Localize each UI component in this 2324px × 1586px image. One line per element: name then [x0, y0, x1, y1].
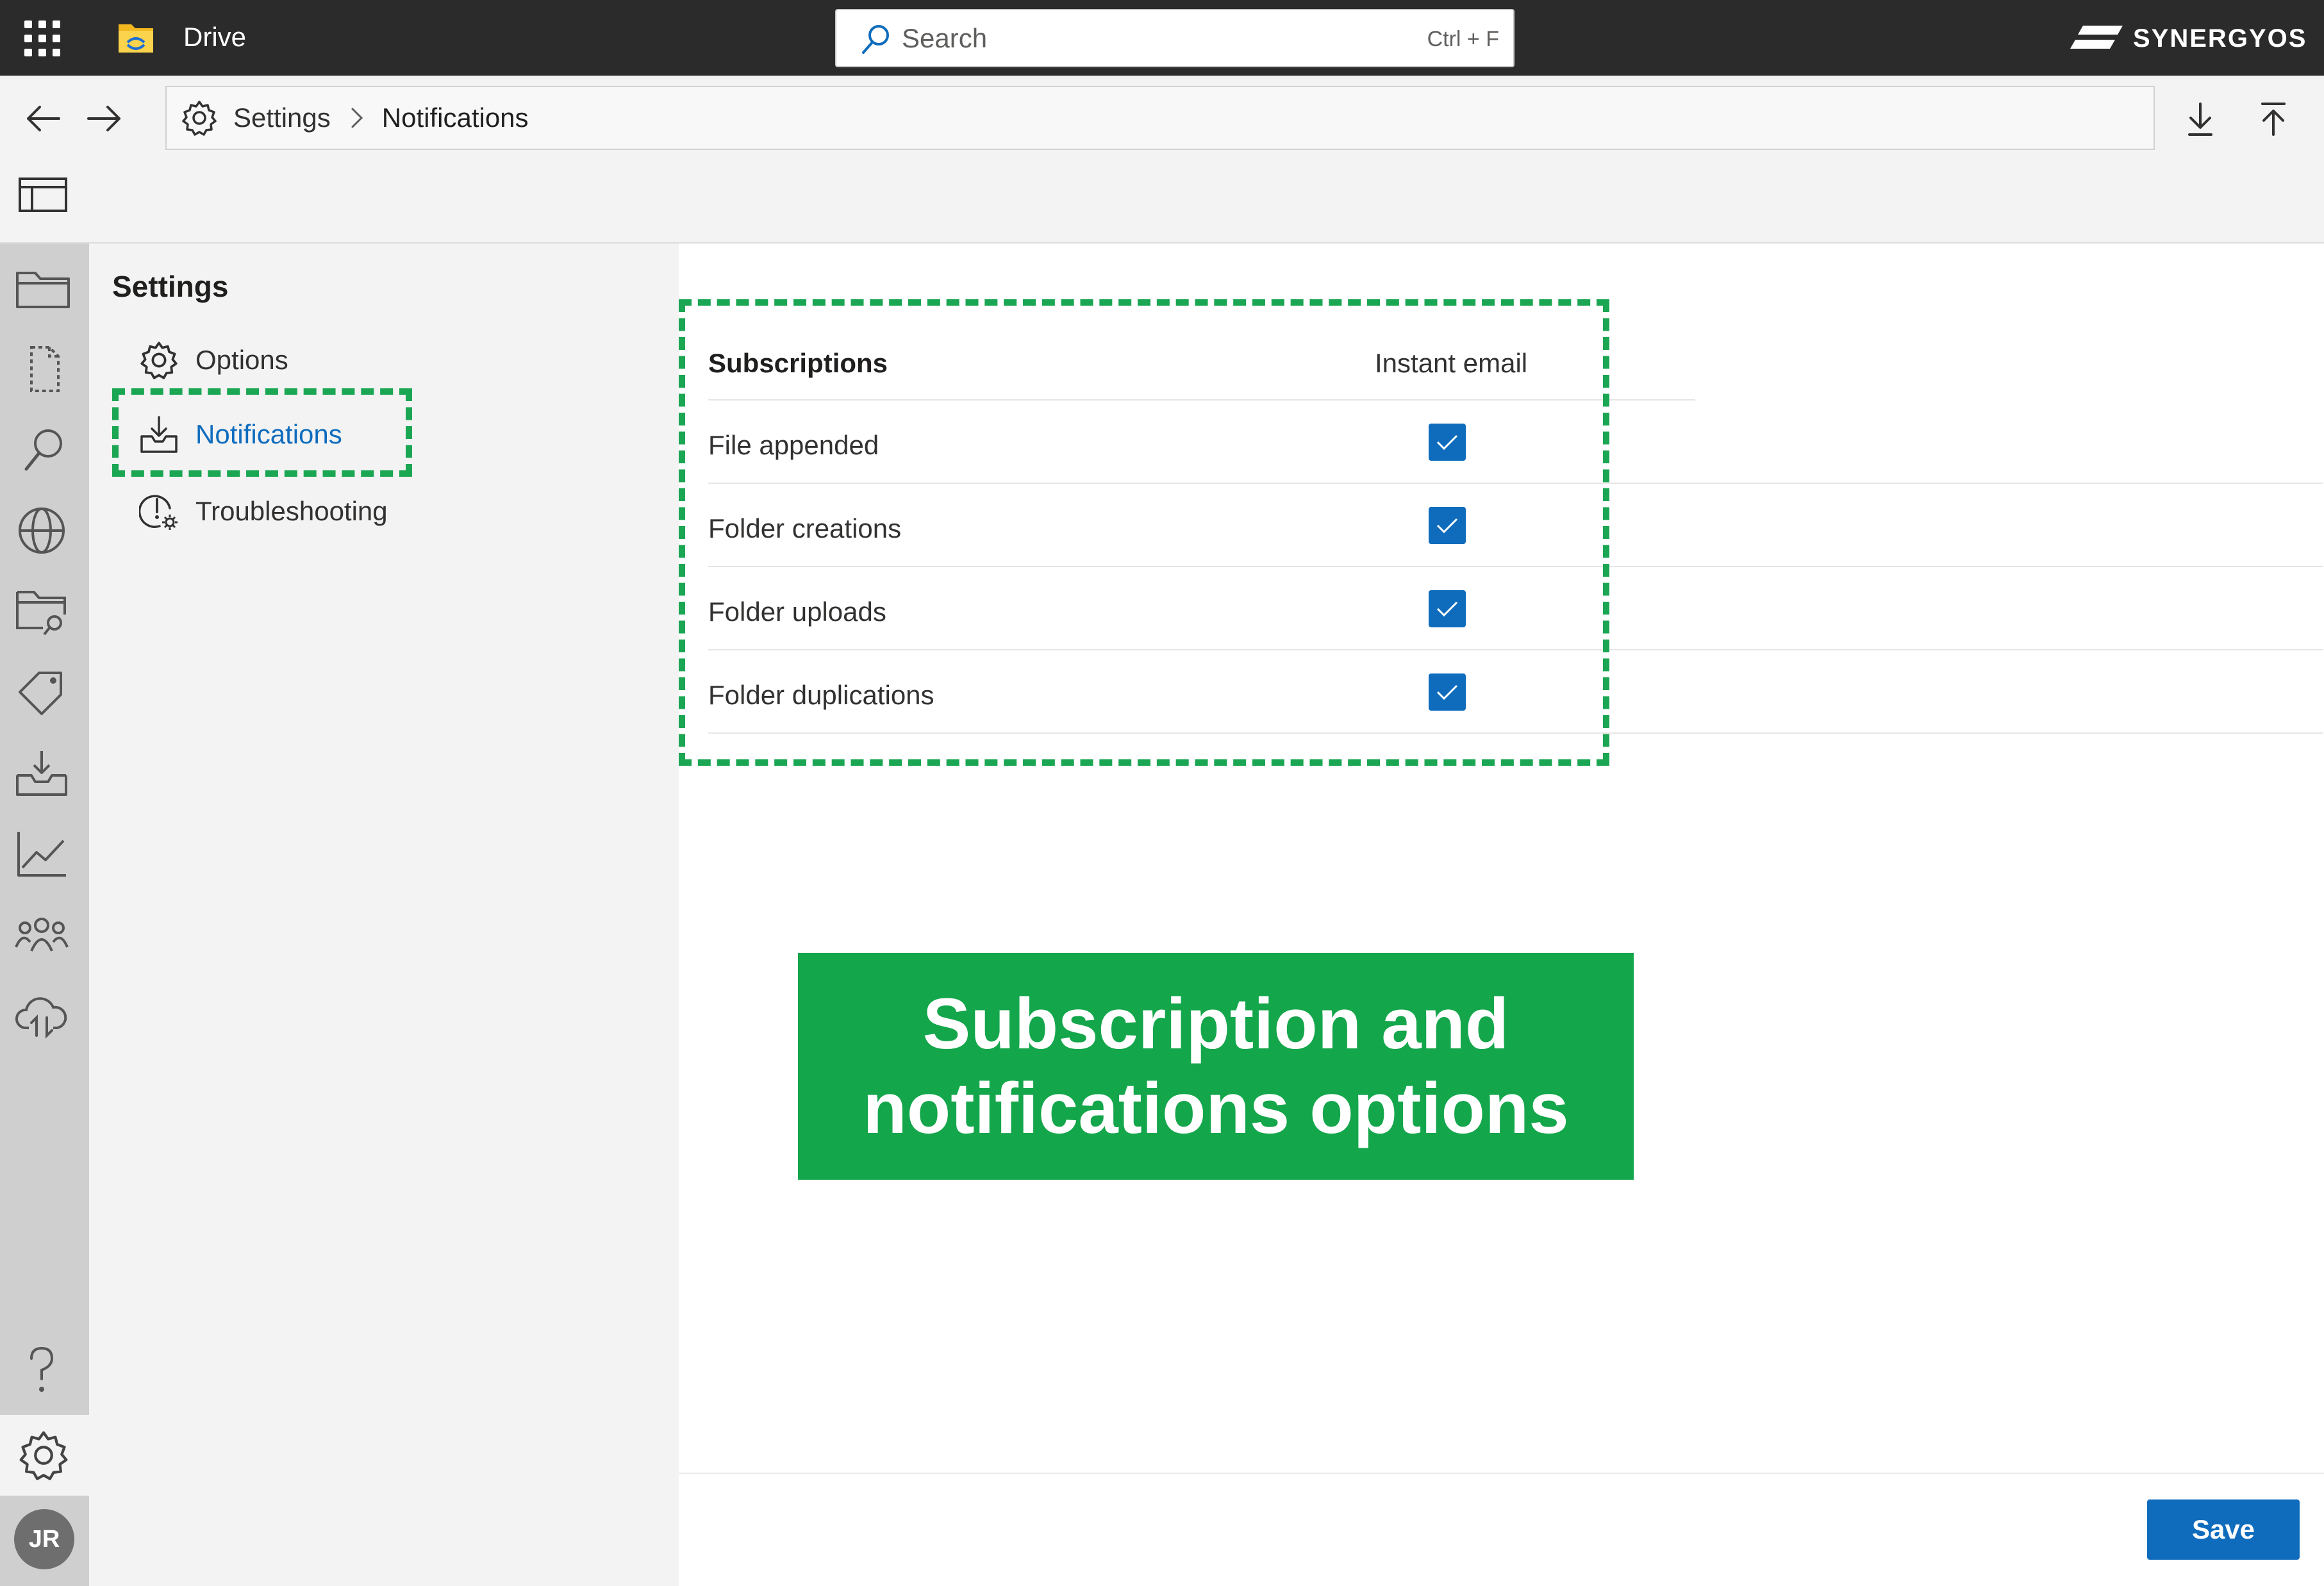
app-launcher-icon[interactable]	[24, 21, 60, 56]
chart-icon[interactable]	[13, 828, 75, 879]
settings-nav-troubleshooting[interactable]: Troubleshooting	[139, 486, 388, 537]
inbox-icon[interactable]	[13, 747, 75, 798]
back-arrow-icon[interactable]	[24, 103, 63, 135]
gear-icon	[139, 340, 179, 380]
upload-icon[interactable]	[2257, 101, 2289, 137]
top-bar: Drive Ctrl + F SYNERGYOS	[0, 0, 2324, 76]
help-icon[interactable]	[13, 1346, 75, 1397]
breadcrumb-settings-link[interactable]: Settings	[233, 103, 331, 133]
settings-nav-options-label: Options	[195, 345, 288, 375]
app-title: Drive	[183, 22, 247, 52]
chevron-right-icon	[350, 107, 364, 129]
folder-icon[interactable]	[13, 264, 75, 315]
synergyos-logo-icon	[2070, 26, 2123, 49]
document-icon[interactable]	[13, 343, 75, 395]
gear-icon	[15, 1429, 72, 1482]
search-icon	[861, 23, 892, 55]
navigation-bar: Settings Notifications	[0, 76, 2324, 244]
brand-logo: SYNERGYOS	[2070, 19, 2307, 58]
search-input[interactable]	[902, 19, 1350, 58]
annotation-line-1: Subscription and	[922, 984, 1509, 1064]
drive-logo-icon	[117, 19, 154, 55]
brand-name: SYNERGYOS	[2133, 24, 2307, 53]
people-icon[interactable]	[13, 909, 75, 960]
settings-nav-troubleshooting-label: Troubleshooting	[195, 496, 388, 526]
footer-divider	[679, 1473, 2324, 1474]
tag-icon[interactable]	[13, 666, 75, 718]
rail-settings-button[interactable]	[0, 1415, 89, 1496]
settings-nav-pane: Settings Options Notifications Troublesh…	[89, 244, 679, 1586]
panel-layout-icon[interactable]	[18, 177, 68, 213]
save-button[interactable]: Save	[2147, 1499, 2300, 1560]
forward-arrow-icon[interactable]	[85, 103, 123, 135]
avatar[interactable]: JR	[14, 1509, 74, 1569]
settings-title: Settings	[112, 270, 229, 303]
search-shortcut-hint: Ctrl + F	[1427, 27, 1499, 51]
settings-nav-options[interactable]: Options	[139, 335, 288, 386]
breadcrumb-current: Notifications	[381, 103, 529, 133]
search-box[interactable]: Ctrl + F	[835, 9, 1515, 67]
annotation-banner: Subscription and notifications options	[798, 953, 1634, 1180]
search-icon[interactable]	[13, 424, 75, 475]
download-icon[interactable]	[2184, 101, 2216, 137]
left-rail	[0, 244, 89, 1586]
gear-icon	[181, 99, 218, 136]
globe-icon[interactable]	[13, 505, 75, 556]
subscriptions-highlight-frame	[679, 299, 1609, 766]
folder-search-icon[interactable]	[13, 586, 75, 637]
alert-gear-icon	[139, 491, 179, 531]
cloud-sync-icon[interactable]	[13, 991, 75, 1042]
notifications-highlight-frame	[112, 388, 412, 477]
annotation-line-2: notifications options	[863, 1068, 1569, 1148]
breadcrumb: Settings Notifications	[165, 86, 2155, 150]
